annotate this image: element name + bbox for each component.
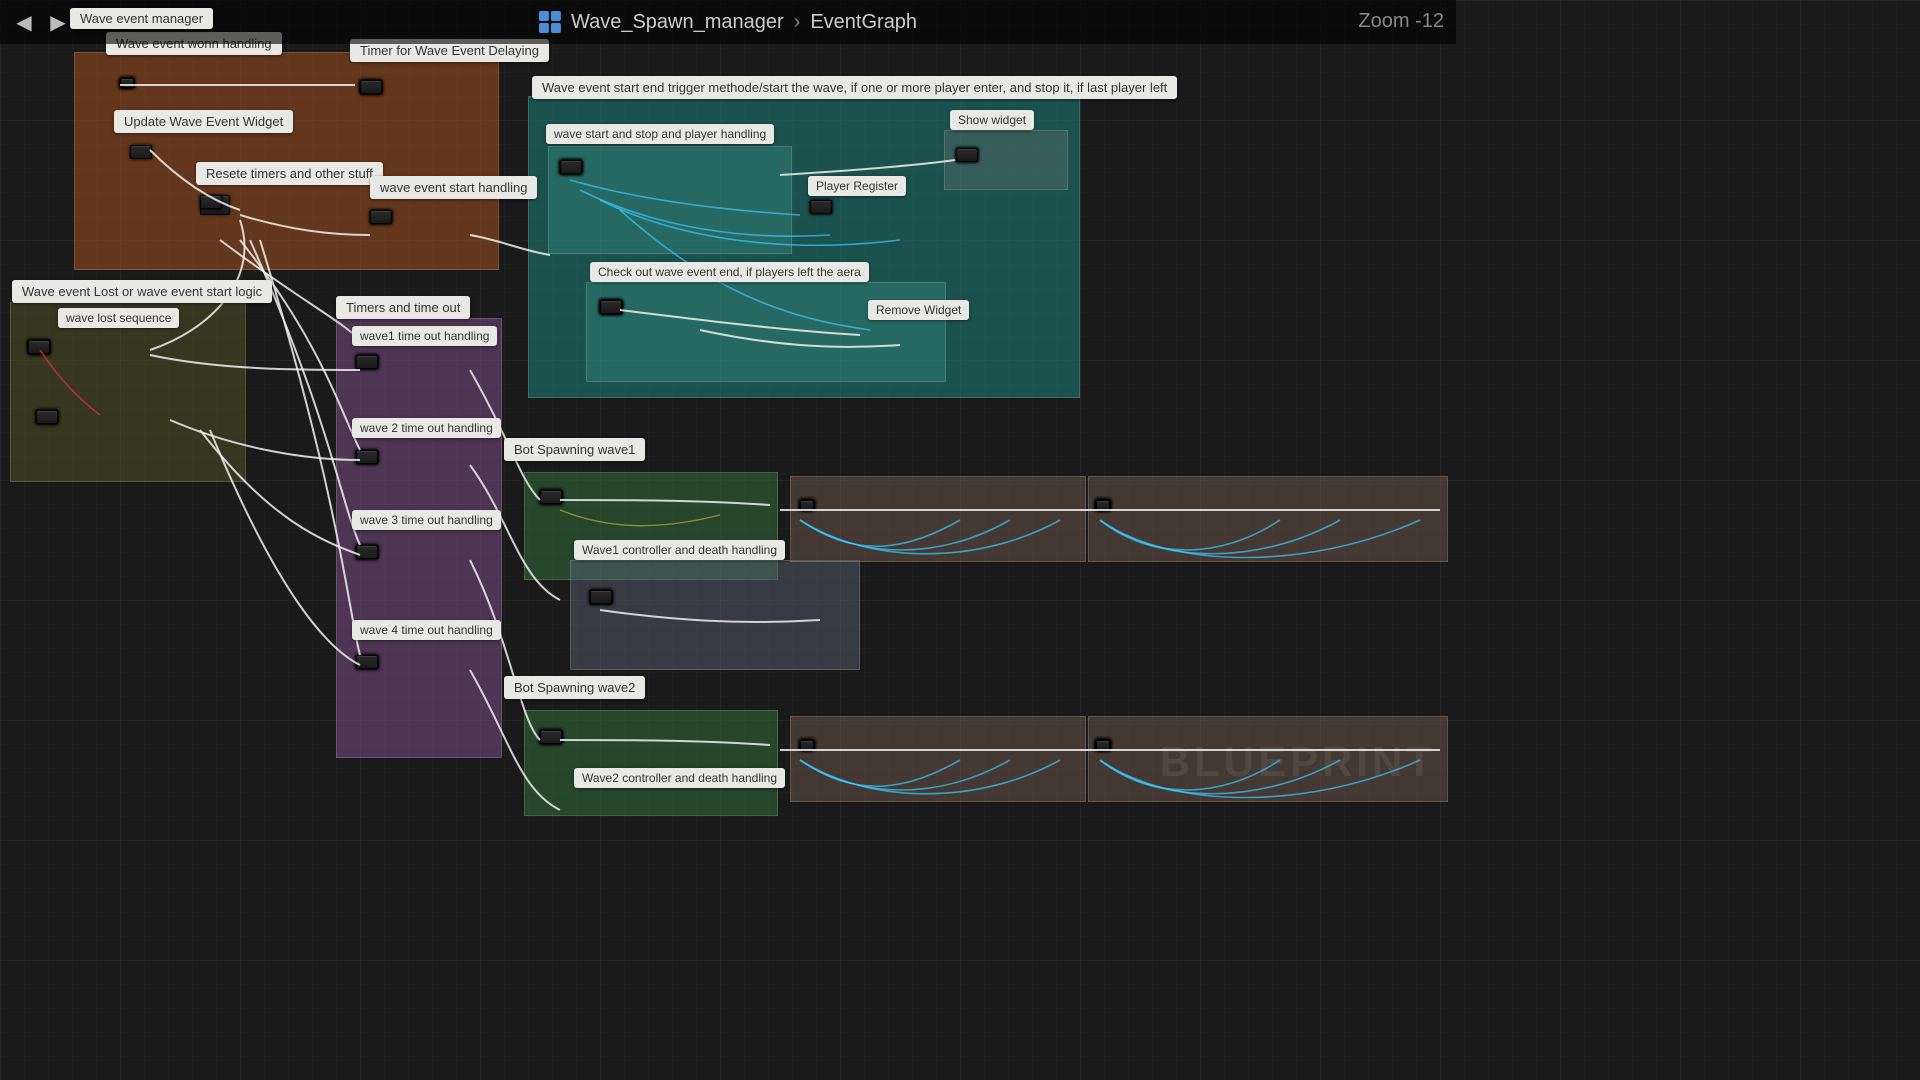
comment-reset-timers[interactable]: Resete timers and other stuff [196, 162, 383, 185]
comment-wave3-timeout[interactable]: wave 3 time out handling [352, 510, 501, 530]
comment-wave-start-stop[interactable]: wave start and stop and player handling [546, 124, 774, 144]
comment-wave1-controller[interactable]: Wave1 controller and death handling [574, 540, 785, 560]
event-graph-canvas[interactable]: Wave event wonn handling Timer for Wave … [0, 0, 1456, 816]
graph-name[interactable]: EventGraph [810, 11, 917, 34]
region-slate1[interactable] [570, 560, 860, 670]
region-teal-inner[interactable] [548, 146, 792, 254]
zoom-indicator: Zoom -12 [1358, 10, 1444, 33]
region-orange[interactable] [74, 52, 499, 270]
region-tan2[interactable] [1088, 476, 1448, 562]
comment-wave1-timeout[interactable]: wave1 time out handling [352, 326, 497, 346]
comment-show-widget[interactable]: Show widget [950, 110, 1034, 130]
comment-bot-spawn1[interactable]: Bot Spawning wave1 [504, 438, 645, 461]
comment-wave2-timeout[interactable]: wave 2 time out handling [352, 418, 501, 438]
comment-trigger-method[interactable]: Wave event start end trigger methode/sta… [532, 76, 1177, 99]
region-tan3[interactable] [790, 716, 1086, 802]
region-teal-inner2[interactable] [586, 282, 946, 382]
comment-bot-spawn2[interactable]: Bot Spawning wave2 [504, 676, 645, 699]
comment-wave-lost[interactable]: wave lost sequence [58, 308, 179, 328]
comment-wave-start[interactable]: wave event start handling [370, 176, 537, 199]
watermark: BLUEPRINT [1160, 738, 1436, 786]
region-tan1[interactable] [790, 476, 1086, 562]
forward-button[interactable]: ▶ [44, 8, 72, 36]
comment-wave2-controller[interactable]: Wave2 controller and death handling [574, 768, 785, 788]
comment-lost-start[interactable]: Wave event Lost or wave event start logi… [12, 280, 272, 303]
region-green2[interactable] [524, 710, 778, 816]
region-olive[interactable] [10, 302, 246, 482]
blueprint-name[interactable]: Wave_Spawn_manager [571, 11, 784, 34]
back-button[interactable]: ◀ [10, 8, 38, 36]
chevron-right-icon: › [794, 11, 801, 34]
top-bar: ◀ ▶ Wave_Spawn_manager › EventGraph Zoom… [0, 0, 1456, 44]
comment-tab[interactable]: Wave event manager [70, 8, 213, 29]
comment-timers[interactable]: Timers and time out [336, 296, 470, 319]
comment-update-widget[interactable]: Update Wave Event Widget [114, 110, 293, 133]
comment-wave4-timeout[interactable]: wave 4 time out handling [352, 620, 501, 640]
comment-remove-widget[interactable]: Remove Widget [868, 300, 969, 320]
comment-player-register[interactable]: Player Register [808, 176, 906, 196]
comment-check-end[interactable]: Check out wave event end, if players lef… [590, 262, 869, 282]
region-purple[interactable] [336, 318, 502, 758]
breadcrumb[interactable]: Wave_Spawn_manager › EventGraph [539, 11, 917, 34]
blueprint-icon [539, 11, 561, 33]
